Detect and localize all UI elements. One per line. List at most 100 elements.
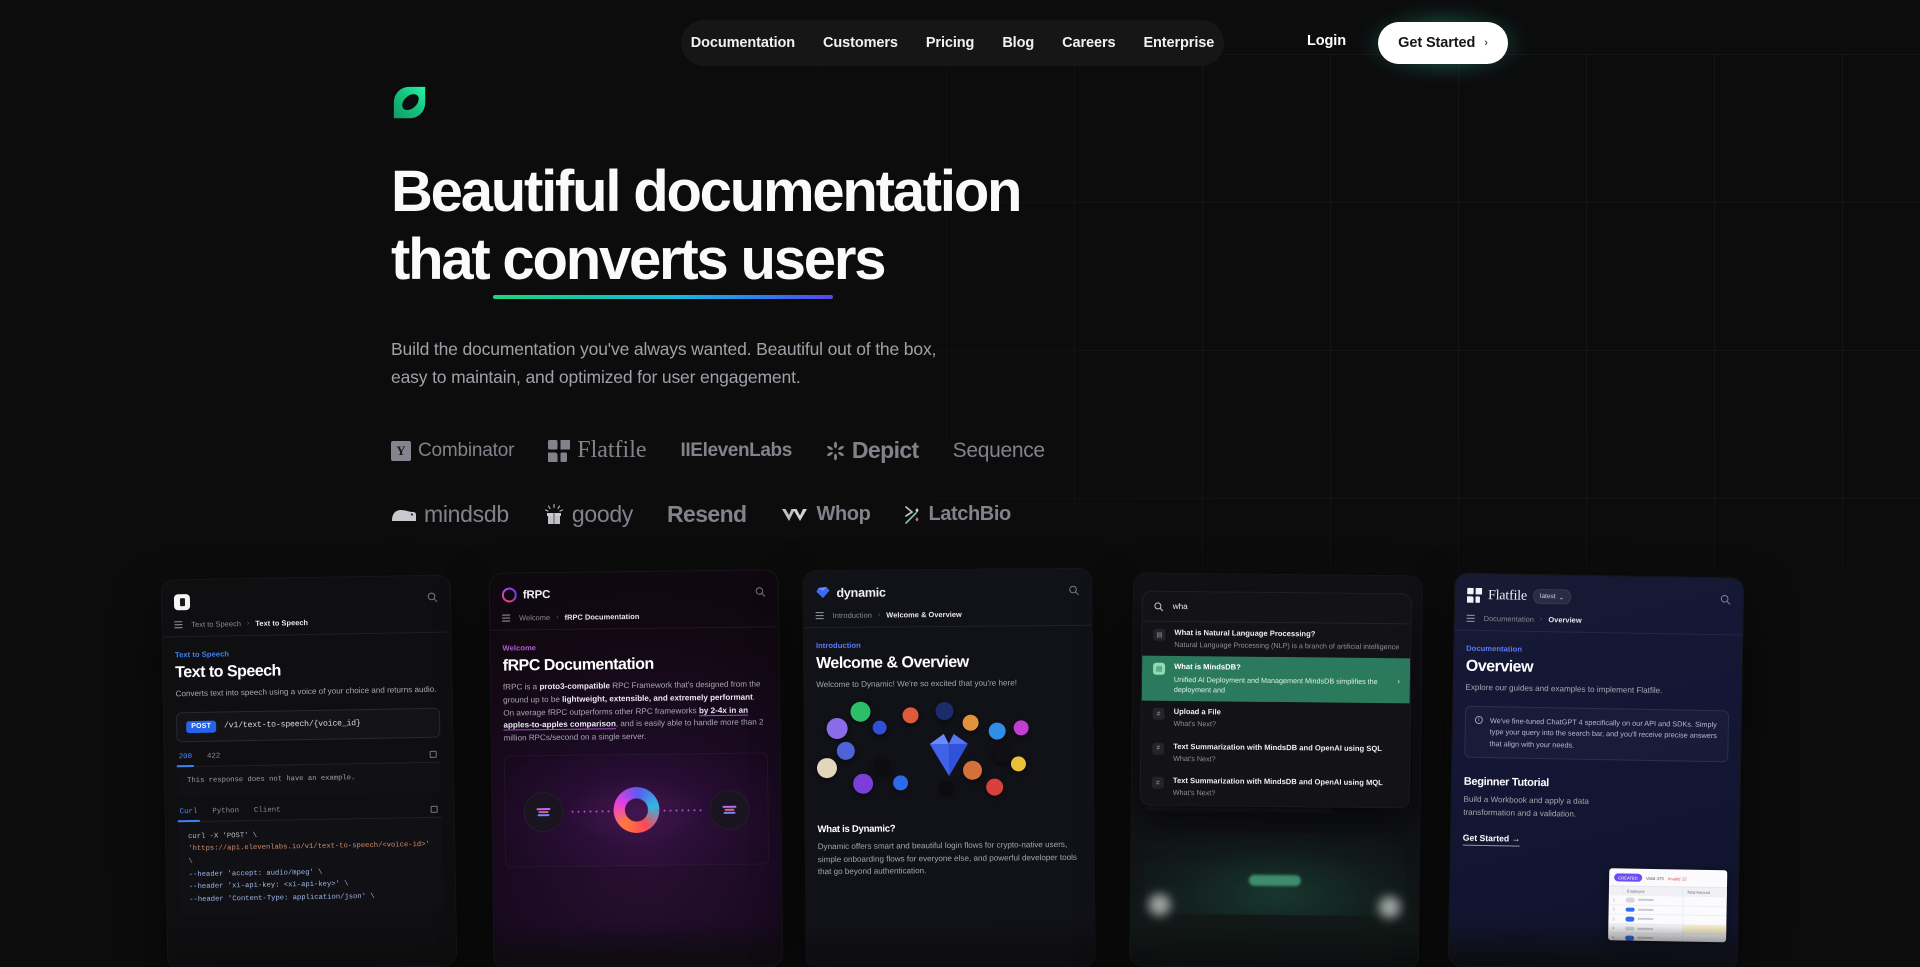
site-header: Documentation Customers Pricing Blog Car… bbox=[0, 0, 1920, 88]
showcase-card-text-to-speech[interactable]: Text to Speech › Text to Speech Text to … bbox=[161, 575, 457, 967]
coin-icon-shield bbox=[872, 720, 887, 735]
version-selector[interactable]: latest ⌄ bbox=[1532, 588, 1572, 605]
row-index: 2 bbox=[1612, 906, 1615, 912]
document-icon: ▤ bbox=[1153, 628, 1166, 641]
card2-breadcrumb-parent[interactable]: Welcome bbox=[519, 613, 550, 622]
workbook-invalid-count: Invalid 12 bbox=[1667, 875, 1687, 882]
showcase-card-search[interactable]: wha ▤ What is Natural Language Processin… bbox=[1129, 573, 1423, 967]
copy-icon[interactable] bbox=[429, 750, 437, 758]
nav-item-careers[interactable]: Careers bbox=[1062, 35, 1115, 51]
tab-response-200[interactable]: 200 bbox=[179, 753, 192, 761]
card2-body-text: fRPC is a proto3-compatible RPC Framewor… bbox=[503, 678, 768, 745]
search-icon[interactable] bbox=[427, 592, 438, 603]
document-icon: ▤ bbox=[1152, 663, 1166, 676]
card1-endpoint-path: /v1/text-to-speech/{voice_id} bbox=[223, 719, 361, 731]
search-result-item[interactable]: ▤ What is Natural Language Processing? N… bbox=[1142, 622, 1410, 659]
search-result-item[interactable]: # Text Summarization with MindsDB and Op… bbox=[1141, 770, 1409, 807]
search-icon[interactable] bbox=[1068, 585, 1079, 596]
card3-body: Introduction Welcome & Overview Welcome … bbox=[804, 626, 1093, 692]
menu-icon[interactable] bbox=[1466, 614, 1475, 622]
showcase-card-dynamic[interactable]: dynamic Introduction › Welcome & Overvie… bbox=[803, 568, 1095, 967]
search-modal[interactable]: wha ▤ What is Natural Language Processin… bbox=[1140, 591, 1411, 807]
search-result-item[interactable]: # Text Summarization with MindsDB and Op… bbox=[1141, 735, 1409, 772]
card1-response-note: This response does not have an example. bbox=[176, 762, 442, 798]
logo-row-1: Y Combinator Flatfile IIElevenLabs Depic… bbox=[391, 431, 1491, 471]
card5-get-started-link[interactable]: Get Started → bbox=[1462, 832, 1521, 847]
nav-item-documentation[interactable]: Documentation bbox=[691, 35, 795, 51]
workbook-screenshot: CREATED Valid 375 Invalid 12 Employee To… bbox=[1608, 868, 1728, 943]
card5-breadcrumb-current: Overview bbox=[1548, 615, 1582, 625]
tab-lang-curl[interactable]: Curl bbox=[180, 808, 198, 816]
chevron-right-icon: › bbox=[1397, 676, 1400, 686]
elevenlabs-label: IIElevenLabs bbox=[680, 439, 793, 461]
nav-item-customers[interactable]: Customers bbox=[823, 35, 898, 51]
coin-icon-phantom bbox=[826, 717, 848, 739]
nav-item-enterprise[interactable]: Enterprise bbox=[1143, 35, 1214, 51]
tab-lang-python[interactable]: Python bbox=[212, 807, 239, 815]
dynamic-logo-icon bbox=[816, 586, 830, 599]
card1-bottom-fade bbox=[167, 919, 457, 967]
coin-icon-beige bbox=[816, 757, 838, 778]
card5-callout-text: We've fine-tuned ChatGPT 4 specifically … bbox=[1489, 715, 1718, 750]
goody-label: goody bbox=[571, 501, 634, 528]
card1-endpoint-row[interactable]: POST /v1/text-to-speech/{voice_id} bbox=[175, 707, 441, 743]
search-icon[interactable] bbox=[755, 586, 766, 597]
card2-topbar: fRPC bbox=[490, 570, 778, 608]
workbook-col-employee: Employee bbox=[1622, 886, 1683, 896]
card5-section-desc: Build a Workbook and apply a data transf… bbox=[1463, 795, 1589, 819]
showcase-card-frpc[interactable]: fRPC Welcome › fRPC Documentation Welcom… bbox=[489, 570, 783, 967]
nav-item-pricing[interactable]: Pricing bbox=[926, 35, 975, 51]
diagram-center-ring bbox=[613, 786, 660, 834]
card2-architecture-diagram bbox=[503, 752, 770, 868]
chevron-right-icon: › bbox=[1484, 37, 1488, 49]
card1-topbar bbox=[162, 576, 451, 615]
menu-icon[interactable] bbox=[815, 612, 824, 619]
search-result-item[interactable]: # Upload a File What's Next? bbox=[1141, 701, 1409, 738]
card2-brand-name: fRPC bbox=[522, 588, 551, 601]
card1-body: Text to Speech Text to Speech Converts t… bbox=[163, 633, 456, 916]
whop-mark-icon bbox=[781, 508, 807, 521]
hash-icon: # bbox=[1152, 707, 1165, 720]
coin-icon-walletconnect bbox=[988, 722, 1006, 740]
card3-title: Welcome & Overview bbox=[816, 653, 969, 673]
elevenlabs-doc-logo-icon bbox=[173, 593, 191, 610]
tab-lang-client[interactable]: Client bbox=[254, 806, 281, 814]
nav-item-blog[interactable]: Blog bbox=[1002, 35, 1034, 51]
card1-breadcrumb-parent[interactable]: Text to Speech bbox=[191, 619, 241, 629]
card3-breadcrumb-sep: › bbox=[877, 611, 881, 619]
card3-section-title: What is Dynamic? bbox=[817, 823, 896, 835]
menu-icon[interactable] bbox=[174, 621, 183, 629]
card4-bottom-fade bbox=[1129, 919, 1419, 967]
get-started-button[interactable]: Get Started › bbox=[1378, 22, 1508, 64]
search-result-title: What is Natural Language Processing? bbox=[1174, 627, 1316, 639]
coin-icon-ethereum bbox=[836, 741, 855, 760]
mindsdb-label: mindsdb bbox=[424, 501, 509, 528]
card4-green-pill bbox=[1248, 874, 1301, 887]
copy-icon[interactable] bbox=[430, 805, 438, 813]
search-result-item-selected[interactable]: ▤ What is MindsDB? Unified AI Deployment… bbox=[1141, 656, 1411, 704]
landing-page: Documentation Customers Pricing Blog Car… bbox=[0, 0, 1920, 967]
name-placeholder bbox=[1637, 898, 1654, 902]
latchbio-mark-icon bbox=[905, 505, 920, 524]
menu-icon[interactable] bbox=[502, 614, 511, 622]
card4-green-panel bbox=[1144, 831, 1406, 917]
dynamic-gem-icon bbox=[929, 733, 968, 776]
name-placeholder bbox=[1637, 936, 1654, 940]
ycombinator-mark-icon: Y bbox=[391, 440, 411, 461]
showcase-card-flatfile[interactable]: Flatfile latest ⌄ Documentation › Overvi… bbox=[1448, 573, 1744, 967]
logo-row-2: mindsdb goody Resend Whop LatchBio bbox=[391, 495, 1491, 535]
card3-brand-name: dynamic bbox=[836, 585, 886, 600]
search-input-row[interactable]: wha bbox=[1142, 591, 1411, 625]
card5-breadcrumb-parent[interactable]: Documentation bbox=[1484, 614, 1535, 624]
card1-breadcrumb-sep: › bbox=[246, 620, 250, 628]
coin-icon-avalanche bbox=[986, 778, 1004, 796]
tab-response-422[interactable]: 422 bbox=[207, 752, 220, 760]
card3-breadcrumb-parent[interactable]: Introduction bbox=[833, 611, 872, 620]
logo-ycombinator: Y Combinator bbox=[391, 440, 514, 462]
coin-icon-chain bbox=[853, 773, 874, 794]
flatfile-logo-icon bbox=[1466, 587, 1483, 603]
search-result-subtitle: What's Next? bbox=[1172, 788, 1216, 798]
login-link[interactable]: Login bbox=[1307, 33, 1346, 49]
workbook-valid-count: Valid 375 bbox=[1645, 875, 1664, 881]
search-icon[interactable] bbox=[1720, 594, 1731, 605]
